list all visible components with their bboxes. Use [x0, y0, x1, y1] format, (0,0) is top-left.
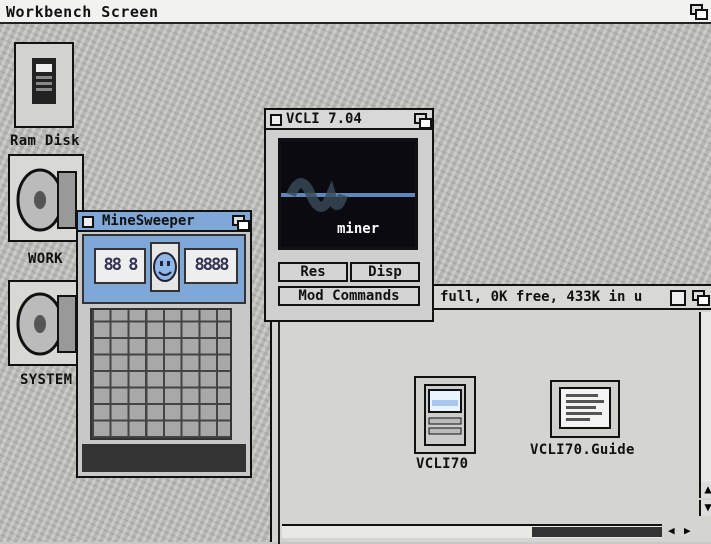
ram-chip-icon — [32, 58, 56, 104]
minesweeper-window[interactable]: MineSweeper 88 8 8888 — [76, 210, 252, 478]
vcli-title-bar[interactable]: VCLI 7.04 — [266, 110, 432, 130]
work-drive-label: WORK — [28, 251, 63, 267]
vcli70-label: VCLI70 — [416, 456, 469, 472]
workbench-desktop[interactable]: Workbench Screen Ram Disk WORK SYSTEM fu… — [0, 0, 711, 544]
horizontal-scroll-knob[interactable] — [532, 527, 662, 537]
close-gadget-icon[interactable] — [82, 216, 94, 228]
system-drive-label: SYSTEM — [20, 372, 73, 388]
ram-disk-icon[interactable] — [12, 42, 78, 132]
document-icon — [559, 387, 611, 429]
smiley-face-icon — [153, 252, 177, 282]
hard-disk-icon — [16, 292, 77, 356]
vcli70-guide-icon[interactable] — [550, 380, 620, 438]
screen-depth-gadget-icon[interactable] — [690, 4, 708, 20]
horizontal-scrollbar[interactable] — [282, 524, 662, 538]
drawer-depth-gadget-icon[interactable] — [692, 290, 710, 306]
scroll-down-arrow-icon[interactable]: ▼ — [699, 500, 711, 516]
zoom-gadget-icon[interactable] — [670, 290, 686, 306]
work-drive-icon[interactable] — [8, 154, 84, 246]
mod-commands-button[interactable]: Mod Commands — [278, 286, 420, 306]
minesweeper-title-bar[interactable]: MineSweeper — [78, 212, 250, 232]
vcli70-tool-icon[interactable] — [414, 376, 476, 454]
minesweeper-bottom-frame — [82, 444, 246, 472]
scroll-left-arrow-icon[interactable]: ◀ — [668, 524, 682, 538]
vcli-depth-gadget-icon[interactable] — [414, 113, 432, 129]
minefield-grid[interactable] — [90, 308, 232, 440]
voice-waveform-display: miner — [278, 138, 418, 250]
close-gadget-icon[interactable] — [270, 114, 282, 126]
drawer-left-border — [278, 310, 280, 544]
ram-disk-label: Ram Disk — [10, 133, 80, 149]
recognized-word: miner — [337, 221, 380, 237]
hard-disk-icon — [16, 168, 77, 232]
minesweeper-title: MineSweeper — [102, 213, 195, 229]
res-button[interactable]: Res — [278, 262, 348, 282]
timer-counter: 8888 — [184, 248, 238, 284]
scroll-up-arrow-icon[interactable]: ▲ — [699, 482, 711, 498]
vcli70-guide-label: VCLI70.Guide — [530, 442, 635, 458]
screen-title-bar[interactable]: Workbench Screen — [0, 0, 711, 24]
vcli-title: VCLI 7.04 — [286, 111, 362, 127]
drawer-status-text: full, 0K free, 433K in u — [440, 289, 643, 305]
system-drive-icon[interactable] — [8, 280, 84, 368]
scroll-right-arrow-icon[interactable]: ▶ — [684, 524, 698, 538]
mines-remaining-counter: 88 8 — [94, 248, 146, 284]
drawer-window[interactable]: full, 0K free, 433K in u ▲ ▼ ◀ ▶ VCLI70 … — [270, 284, 711, 544]
smiley-button[interactable] — [150, 242, 180, 292]
vcli-window[interactable]: VCLI 7.04 miner Res Disp Mod Commands — [264, 108, 434, 322]
screen-title: Workbench Screen — [6, 3, 159, 21]
program-window-icon — [424, 384, 466, 446]
disp-button[interactable]: Disp — [350, 262, 420, 282]
vertical-scrollbar[interactable] — [699, 312, 711, 498]
minesweeper-depth-gadget-icon[interactable] — [232, 215, 250, 231]
